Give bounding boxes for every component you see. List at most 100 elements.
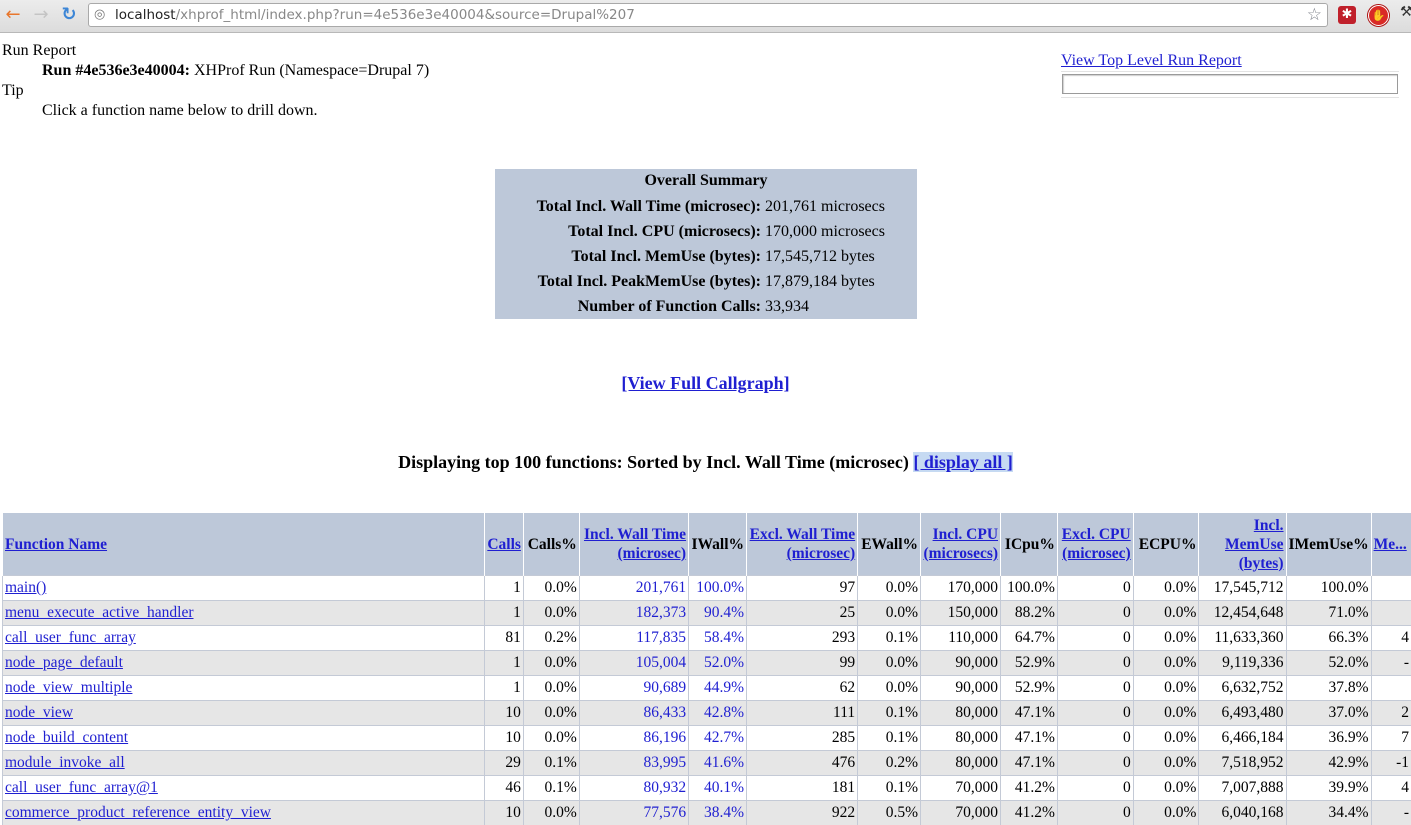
column-header[interactable]: Excl. CPU (microsec) (1057, 513, 1133, 576)
function-name-link[interactable]: call_user_func_array@1 (5, 779, 158, 796)
table-cell: 0.0% (1133, 676, 1199, 701)
table-cell: 0 (1057, 676, 1133, 701)
table-cell: 10 (484, 801, 523, 825)
function-search-input[interactable] (1062, 74, 1398, 94)
column-header[interactable]: Me... (1371, 513, 1411, 576)
column-header[interactable]: Excl. Wall Time (microsec) (747, 513, 858, 576)
table-cell: commerce_product_reference_entity_view (3, 801, 485, 825)
summary-row: Total Incl. MemUse (bytes):17,545,712 by… (495, 244, 917, 269)
table-cell: 29 (484, 751, 523, 776)
table-cell: 0.0% (1133, 776, 1199, 801)
table-cell: 181 (747, 776, 858, 801)
table-cell: 4 (1371, 626, 1411, 651)
table-cell: 0.0% (523, 726, 579, 751)
divider (1061, 71, 1399, 72)
table-cell: 86,433 (579, 701, 688, 726)
url-text[interactable]: localhost/xhprof_html/index.php?run=4e53… (115, 4, 635, 26)
table-cell: 7,007,888 (1199, 776, 1286, 801)
reload-icon[interactable]: ↻ (58, 4, 80, 26)
table-cell: 34.4% (1286, 801, 1371, 825)
back-arrow-icon[interactable]: ← (2, 4, 24, 26)
column-header[interactable]: Calls (484, 513, 523, 576)
sort-column-link[interactable]: Me... (1374, 536, 1407, 553)
table-cell: 10 (484, 701, 523, 726)
view-top-level-run-report-link[interactable]: View Top Level Run Report (1061, 52, 1242, 70)
table-cell: 0.0% (523, 676, 579, 701)
table-cell: 100.0% (1001, 576, 1058, 601)
sort-column-link[interactable]: Incl. CPU (microsecs) (923, 526, 998, 562)
column-header[interactable]: Incl. CPU (microsecs) (921, 513, 1001, 576)
column-header[interactable]: Incl. Wall Time (microsec) (579, 513, 688, 576)
table-cell: 0.0% (523, 576, 579, 601)
sort-column-link[interactable]: Function Name (5, 536, 107, 553)
table-cell: 80,000 (921, 701, 1001, 726)
column-header[interactable]: Function Name (3, 513, 485, 576)
run-report-label: Run Report (2, 42, 76, 60)
table-cell: call_user_func_array@1 (3, 776, 485, 801)
function-name-link[interactable]: commerce_product_reference_entity_view (5, 804, 271, 821)
table-cell: 1 (484, 676, 523, 701)
column-label: EWall% (861, 536, 918, 553)
table-cell: 36.9% (1286, 726, 1371, 751)
view-full-callgraph-link[interactable]: [View Full Callgraph] (621, 373, 789, 393)
table-cell: 0.0% (1133, 751, 1199, 776)
table-cell: 922 (747, 801, 858, 825)
display-all-link[interactable]: [ display all ] (913, 452, 1013, 472)
column-label: ECPU% (1139, 536, 1197, 553)
function-name-link[interactable]: node_page_default (5, 654, 123, 671)
table-cell: 0.0% (523, 601, 579, 626)
bookmark-star-icon[interactable]: ☆ (1307, 4, 1322, 26)
table-cell: 0.2% (858, 751, 921, 776)
sort-column-link[interactable]: Excl. CPU (microsec) (1062, 526, 1131, 562)
table-header-row: Function NameCallsCalls%Incl. Wall Time … (3, 513, 1411, 576)
run-info: Run #4e536e3e40004: XHProf Run (Namespac… (42, 62, 429, 80)
table-cell: -1 (1371, 751, 1411, 776)
run-description: XHProf Run (Namespace=Drupal 7) (194, 62, 429, 79)
adblock-extension-icon[interactable]: ✋ (1368, 5, 1389, 26)
wrench-menu-icon[interactable]: ⚒ (1400, 4, 1411, 20)
table-cell: 0.0% (858, 651, 921, 676)
summary-row: Number of Function Calls:33,934 (495, 294, 917, 319)
function-name-link[interactable]: node_view_multiple (5, 679, 132, 696)
table-cell (1371, 676, 1411, 701)
table-cell: 52.9% (1001, 676, 1058, 701)
table-cell: 10 (484, 726, 523, 751)
table-cell: 90.4% (689, 601, 747, 626)
forward-arrow-icon[interactable]: → (30, 4, 52, 26)
summary-title: Overall Summary (495, 171, 917, 194)
sort-column-link[interactable]: Calls (487, 536, 521, 553)
table-cell: 7,518,952 (1199, 751, 1286, 776)
table-row: call_user_func_array@1460.1%80,93240.1%1… (3, 776, 1411, 801)
sort-column-link[interactable]: Incl. MemUse (bytes) (1225, 517, 1284, 572)
table-cell: 52.9% (1001, 651, 1058, 676)
table-cell: 0.0% (1133, 701, 1199, 726)
table-cell: 47.1% (1001, 701, 1058, 726)
table-cell: 100.0% (689, 576, 747, 601)
table-cell: 37.0% (1286, 701, 1371, 726)
lastpass-extension-icon[interactable]: ✱ (1338, 6, 1356, 24)
table-cell: 6,632,752 (1199, 676, 1286, 701)
sort-column-link[interactable]: Excl. Wall Time (microsec) (750, 526, 856, 562)
table-cell: 80,932 (579, 776, 688, 801)
function-name-link[interactable]: node_build_content (5, 729, 128, 746)
table-cell: 0 (1057, 701, 1133, 726)
table-cell: 88.2% (1001, 601, 1058, 626)
address-bar[interactable]: ◎ localhost/xhprof_html/index.php?run=4e… (88, 3, 1328, 27)
function-name-link[interactable]: call_user_func_array (5, 629, 136, 646)
table-cell: 47.1% (1001, 726, 1058, 751)
table-cell: 38.4% (689, 801, 747, 825)
table-cell (1371, 601, 1411, 626)
table-cell: menu_execute_active_handler (3, 601, 485, 626)
function-name-link[interactable]: node_view (5, 704, 73, 721)
table-cell (1371, 576, 1411, 601)
column-header[interactable]: Incl. MemUse (bytes) (1199, 513, 1286, 576)
table-cell: 285 (747, 726, 858, 751)
table-cell: 0.0% (1133, 576, 1199, 601)
sort-column-link[interactable]: Incl. Wall Time (microsec) (584, 526, 686, 562)
function-name-link[interactable]: module_invoke_all (5, 754, 125, 771)
column-header: ECPU% (1133, 513, 1199, 576)
function-name-link[interactable]: main() (5, 579, 46, 596)
summary-row: Total Incl. Wall Time (microsec):201,761… (495, 194, 917, 219)
function-name-link[interactable]: menu_execute_active_handler (5, 604, 194, 621)
column-label: ICpu% (1005, 536, 1055, 553)
